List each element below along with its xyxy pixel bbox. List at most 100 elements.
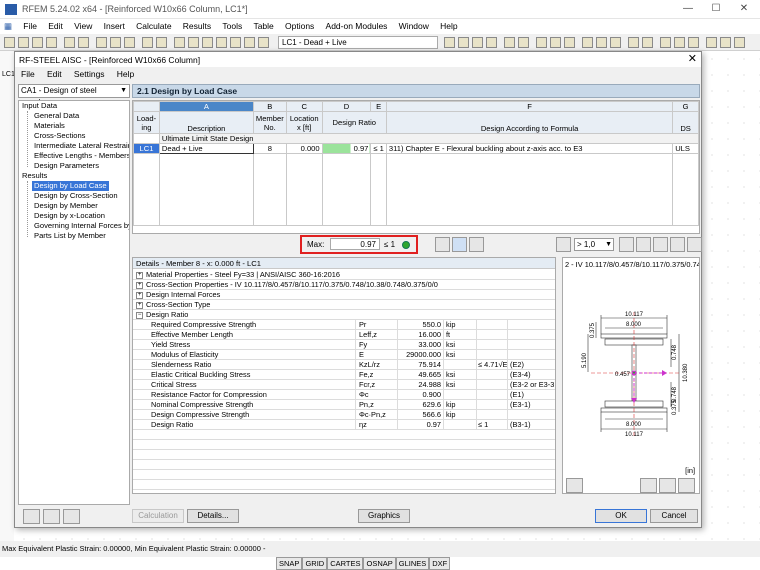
tree-design-parameters[interactable]: Design Parameters [34,161,99,171]
tool-icon[interactable] [188,37,199,48]
dxf-button[interactable]: DXF [429,557,451,570]
col-letter-e[interactable]: E [370,101,387,112]
tool-icon[interactable] [550,37,561,48]
maximize-icon[interactable]: ☐ [704,2,728,16]
tree-governing-internal-forces[interactable]: Governing Internal Forces by M [34,221,129,231]
cell-ds[interactable]: ULS [672,143,699,154]
tool-icon[interactable] [504,37,515,48]
menu-options[interactable]: Options [285,19,314,34]
snap-button[interactable]: SNAP [276,557,303,570]
menu-results[interactable]: Results [183,19,211,34]
tool-icon[interactable] [688,37,699,48]
menu-table[interactable]: Table [253,19,273,34]
dialog-close-icon[interactable]: ✕ [688,52,697,65]
dialog-menu-settings[interactable]: Settings [74,67,105,81]
help-icon[interactable] [619,237,634,252]
cell-formula[interactable]: 311) Chapter E - Flexural buckling about… [385,143,674,154]
menu-file[interactable]: File [23,19,37,34]
load-case-select[interactable]: LC1 - Dead + Live [278,36,438,49]
tool-icon[interactable] [124,37,135,48]
tool-icon[interactable] [202,37,213,48]
dialog-menu-help[interactable]: Help [117,67,134,81]
tool-icon[interactable] [628,37,639,48]
tool-icon[interactable] [518,37,529,48]
tool-icon[interactable] [610,37,621,48]
export-excel-icon[interactable] [653,237,668,252]
tool-icon[interactable] [734,37,745,48]
grid-button[interactable]: GRID [302,557,328,570]
undo-icon[interactable] [64,37,75,48]
cell-location[interactable]: 0.000 [285,143,323,154]
menu-calculate[interactable]: Calculate [136,19,171,34]
tool-icon[interactable] [174,37,185,48]
tree-design-by-x-location[interactable]: Design by x-Location [34,211,105,221]
app-menu-icon[interactable]: ▦ [4,19,12,34]
tool-icon[interactable] [258,37,269,48]
menu-help[interactable]: Help [440,19,457,34]
tree-results[interactable]: Results [22,171,47,181]
tree-parts-list-by-member[interactable]: Parts List by Member [34,231,106,241]
tool-icon[interactable] [156,37,167,48]
tool-icon[interactable] [244,37,255,48]
details-section-design-ratio[interactable]: − Design Ratio [133,310,555,320]
tree-general-data[interactable]: General Data [34,111,79,121]
tool-icon[interactable] [720,37,731,48]
cancel-button[interactable]: Cancel [650,509,698,523]
tree-design-by-cross-section[interactable]: Design by Cross-Section [34,191,118,201]
tool-icon[interactable] [660,37,671,48]
tool-icon[interactable] [96,37,107,48]
col-letter-g[interactable]: G [672,101,699,112]
tool-icon[interactable] [216,37,227,48]
tool-icon[interactable] [642,37,653,48]
menu-window[interactable]: Window [399,19,429,34]
details-section-cross-section[interactable]: + Cross-Section Properties - IV 10.117/8/… [133,280,555,290]
save-icon[interactable] [32,37,43,48]
col-letter-c[interactable]: C [285,101,323,112]
details-button[interactable]: Details... [187,509,239,523]
tool-icon[interactable] [596,37,607,48]
tree-effective-lengths[interactable]: Effective Lengths - Members [34,151,129,161]
col-letter-a[interactable]: A [158,101,254,112]
view-dims-icon[interactable] [640,478,657,493]
close-icon[interactable]: ✕ [732,2,756,16]
cell-member[interactable]: 8 [252,143,287,154]
ok-button[interactable]: OK [595,509,647,523]
tree-cross-sections[interactable]: Cross-Sections [34,131,85,141]
cartes-button[interactable]: CARTES [327,557,364,570]
tool-icon[interactable] [536,37,547,48]
tool-icon[interactable] [582,37,593,48]
filter-active-icon[interactable] [452,237,467,252]
tool-icon[interactable] [444,37,455,48]
view-axes-icon[interactable] [659,478,676,493]
tree-design-by-member[interactable]: Design by Member [34,201,98,211]
col-letter-f[interactable]: F [385,101,674,112]
cell-design-ratio[interactable]: 0.97 [321,143,372,154]
menu-view[interactable]: View [74,19,92,34]
menu-tools[interactable]: Tools [222,19,242,34]
tool-icon[interactable] [230,37,241,48]
dialog-menu-edit[interactable]: Edit [47,67,62,81]
graphics-button[interactable]: Graphics [358,509,410,523]
cell-limit[interactable]: ≤ 1 [370,143,387,154]
tool-icon[interactable] [142,37,153,48]
tool-icon[interactable] [458,37,469,48]
open-icon[interactable] [18,37,29,48]
col-letter-d[interactable]: D [321,101,372,112]
tool-icon[interactable] [472,37,483,48]
cell-loading[interactable]: LC1 [133,143,160,154]
table-row[interactable]: LC1 Dead + Live 8 0.000 0.97 ≤ 1 311) Ch… [133,143,699,154]
help-icon[interactable] [23,509,40,524]
osnap-button[interactable]: OSNAP [363,557,396,570]
tool-icon[interactable] [706,37,717,48]
next-icon[interactable] [63,509,80,524]
filter-icon[interactable] [670,237,685,252]
tree-design-by-load-case[interactable]: Design by Load Case [32,181,109,191]
print-icon[interactable] [46,37,57,48]
tool-icon[interactable] [564,37,575,48]
previous-icon[interactable] [43,509,60,524]
tool-icon[interactable] [110,37,121,48]
menu-insert[interactable]: Insert [104,19,125,34]
menu-edit[interactable]: Edit [48,19,63,34]
filter-icon[interactable] [469,237,484,252]
tree-materials[interactable]: Materials [34,121,65,131]
